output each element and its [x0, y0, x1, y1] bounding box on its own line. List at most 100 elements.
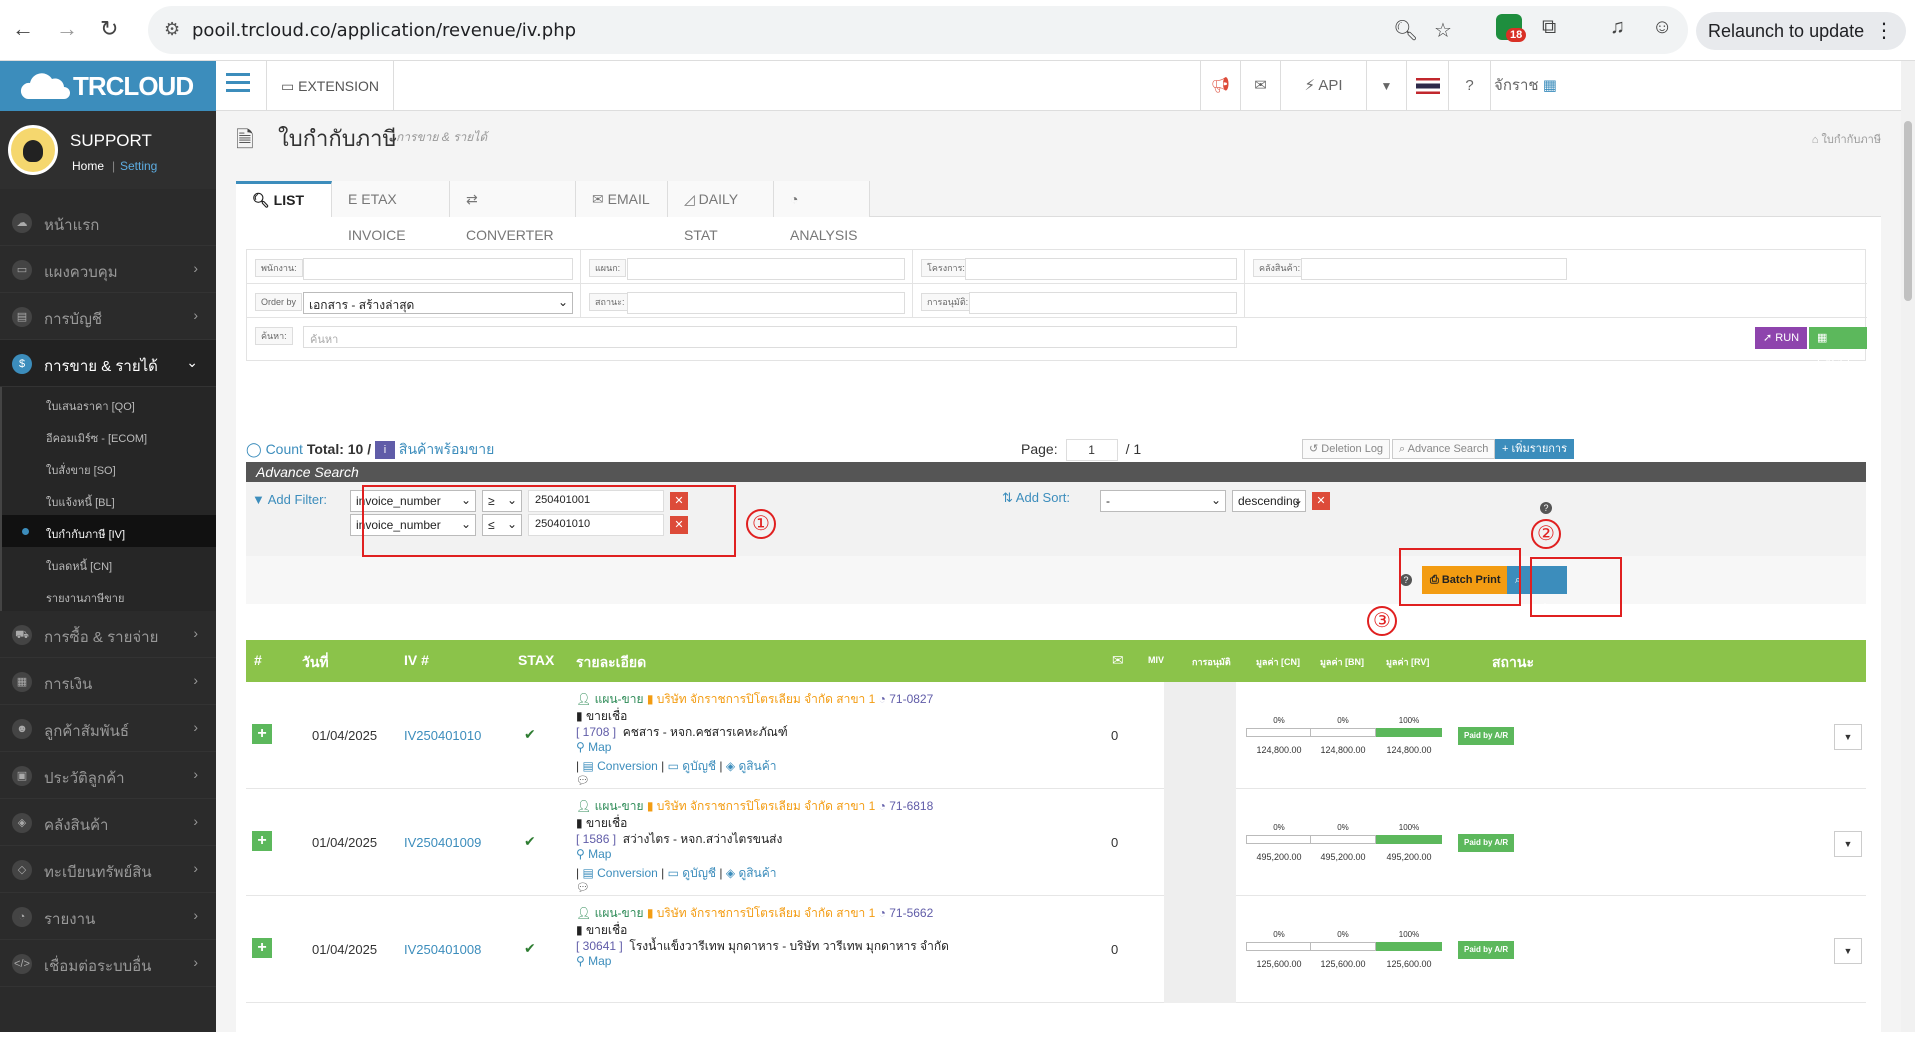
warehouse-input[interactable]	[1301, 258, 1567, 280]
more-menu-icon[interactable]: ⋮	[1874, 12, 1894, 50]
status-input[interactable]	[627, 292, 905, 314]
page-scrollbar[interactable]	[1901, 61, 1915, 1032]
column-header-date[interactable]: วันที่	[302, 652, 329, 674]
approval-input[interactable]	[969, 292, 1237, 314]
row-map-link[interactable]: ⚲ Map	[576, 740, 611, 754]
add-button[interactable]: + เพิ่มรายการ	[1495, 439, 1575, 459]
expand-row-button[interactable]: +	[252, 831, 272, 851]
sidebar-item-crm[interactable]: ☻ ลูกค้าสัมพันธ์ ›	[0, 705, 216, 752]
row-customer-number[interactable]: [ 1586 ]	[576, 832, 616, 846]
comment-icon[interactable]: 💬︎	[576, 774, 590, 787]
tab-converter[interactable]: ⇄ CONVERTER	[450, 181, 576, 243]
tab-email[interactable]: ✉ EMAIL	[576, 181, 668, 217]
sidebar-subitem-iv[interactable]: ใบกำกับภาษี [IV]	[0, 515, 216, 547]
row-map-link[interactable]: ⚲ Map	[576, 954, 611, 968]
tab-list[interactable]: 🔍︎ LIST	[236, 181, 332, 217]
help-icon[interactable]: ?	[1448, 61, 1490, 111]
employee-input[interactable]	[303, 258, 573, 280]
sidebar-item-dashboard[interactable]: ▭ แผงควบคุม ›	[0, 246, 216, 293]
sidebar-subitem-qo[interactable]: ใบเสนอราคา [QO]	[0, 387, 216, 419]
sidebar-item-sales[interactable]: $ การขาย & รายได้ ⌄	[0, 340, 216, 387]
advance-search-button[interactable]: ⌕ Advance Search	[1392, 439, 1496, 459]
help-icon[interactable]: ?	[1540, 502, 1552, 514]
sidebar-item-customer-history[interactable]: ▣ ประวัติลูกค้า ›	[0, 752, 216, 799]
back-icon[interactable]: ←	[12, 16, 34, 42]
caret-down-icon[interactable]: ▼	[1366, 61, 1406, 111]
row-stock-link[interactable]: ดูสินค้า	[738, 759, 776, 773]
row-customer-name: สว่างไตร - หจก.สว่างไตรขนส่ง	[622, 832, 783, 846]
tab-daily-stat[interactable]: ◿ DAILY STAT	[668, 181, 774, 243]
row-account-link[interactable]: ดูบัญชี	[682, 759, 716, 773]
breadcrumb-item[interactable]: ใบกำกับภาษี	[1821, 134, 1881, 146]
row-customer-number[interactable]: [ 30641 ]	[576, 939, 623, 953]
add-filter-label[interactable]: ▼ Add Filter:	[252, 492, 327, 507]
tab-etax-invoice[interactable]: E ETAX INVOICE	[332, 181, 450, 243]
api-button[interactable]: ⚡ API	[1280, 61, 1366, 111]
row-iv-link[interactable]: IV250401010	[404, 728, 481, 743]
relaunch-button[interactable]: Relaunch to update ⋮	[1696, 12, 1906, 50]
sidebar-item-reports[interactable]: ◔ รายงาน ›	[0, 893, 216, 940]
remove-sort-button[interactable]: ✕	[1312, 492, 1330, 510]
row-actions-dropdown[interactable]: ▼	[1834, 724, 1862, 750]
deletion-log-button[interactable]: ↺ Deletion Log	[1302, 439, 1391, 459]
sidebar-subitem-bl[interactable]: ใบแจ้งหนี้ [BL]	[0, 483, 216, 515]
row-conversion-link[interactable]: Conversion	[597, 759, 658, 773]
row-account-link[interactable]: ดูบัญชี	[682, 866, 716, 880]
logo[interactable]: TRCLOUD	[0, 61, 216, 111]
profile-icon[interactable]: ☺	[1652, 16, 1672, 39]
row-actions-dropdown[interactable]: ▼	[1834, 938, 1862, 964]
row-stock-link[interactable]: ดูสินค้า	[738, 866, 776, 880]
megaphone-icon[interactable]: 📢︎	[1200, 61, 1240, 111]
language-button[interactable]	[1406, 61, 1448, 111]
sidebar-item-assets[interactable]: ◇ ทะเบียนทรัพย์สิน ›	[0, 846, 216, 893]
zoom-icon[interactable]: 🔍︎	[1393, 18, 1418, 43]
row-iv-link[interactable]: IV250401009	[404, 835, 481, 850]
comment-icon[interactable]: 💬︎	[576, 881, 590, 894]
sort-field-select[interactable]: - ⌄	[1100, 490, 1226, 512]
sidebar-subitem-cn[interactable]: ใบลดหนี้ [CN]	[0, 547, 216, 579]
setting-link[interactable]: Setting	[120, 159, 157, 173]
envelope-icon[interactable]: ✉	[1240, 61, 1280, 111]
search-input[interactable]: ค้นหา	[303, 326, 1237, 348]
row-actions-dropdown[interactable]: ▼	[1834, 831, 1862, 857]
sidebar-item-integrations[interactable]: </> เชื่อมต่อระบบอื่น ›	[0, 940, 216, 987]
sidebar-item-finance[interactable]: ▦ การเงิน ›	[0, 658, 216, 705]
sidebar-item-inventory[interactable]: ◈ คลังสินค้า ›	[0, 799, 216, 846]
address-bar[interactable]: ⚙ pooil.trcloud.co/application/revenue/i…	[148, 6, 1688, 54]
sidebar-subitem-ecom[interactable]: อีคอมเมิร์ซ - [ECOM]	[0, 419, 216, 451]
forward-icon[interactable]: →	[56, 16, 78, 42]
reload-icon[interactable]: ↻	[100, 16, 118, 42]
extension-badge-icon[interactable]: 18	[1496, 14, 1527, 42]
extension-button[interactable]: ▭ EXTENSION	[266, 61, 395, 111]
media-icon[interactable]: ♫	[1610, 16, 1625, 39]
sidebar-subitem-so[interactable]: ใบสั่งขาย [SO]	[0, 451, 216, 483]
company-button[interactable]: จักราช ▦	[1490, 61, 1560, 111]
project-input[interactable]	[965, 258, 1237, 280]
home-link[interactable]: Home	[72, 159, 104, 173]
hamburger-icon[interactable]	[226, 73, 250, 95]
expand-row-button[interactable]: +	[252, 724, 272, 744]
refresh-icon[interactable]: ◯	[246, 441, 266, 457]
column-header-iv[interactable]: IV #	[404, 652, 429, 668]
star-icon[interactable]: ☆	[1434, 18, 1452, 43]
expand-row-button[interactable]: +	[252, 938, 272, 958]
sort-direction-select[interactable]: descending ⌄	[1232, 490, 1306, 512]
ready-link[interactable]: สินค้าพร้อมขาย	[399, 441, 494, 457]
sidebar-item-accounting[interactable]: ▤ การบัญชี ›	[0, 293, 216, 340]
orderby-select[interactable]: เอกสาร - สร้างล่าสุด ⌄	[303, 292, 573, 314]
run-button[interactable]: ➚ RUN	[1755, 327, 1808, 349]
sidebar-subitem-sales-tax[interactable]: รายงานภาษีขาย	[0, 579, 216, 611]
department-input[interactable]	[627, 258, 905, 280]
sidebar-item-home[interactable]: ☁ หน้าแรก	[0, 199, 216, 246]
page-input[interactable]: 1	[1065, 439, 1118, 461]
row-conversion-link[interactable]: Conversion	[597, 866, 658, 880]
row-customer-number[interactable]: [ 1708 ]	[576, 725, 616, 739]
excel-button[interactable]: ▦ EXCEL	[1809, 327, 1867, 366]
add-sort-label[interactable]: ⇅ Add Sort:	[1002, 490, 1070, 506]
tab-analysis[interactable]: ◔ ANALYSIS	[774, 181, 870, 243]
extensions-icon[interactable]: ⧉	[1542, 16, 1556, 39]
site-settings-icon[interactable]: ⚙	[164, 19, 180, 40]
sidebar-item-purchase[interactable]: ⛟ การซื้อ & รายจ่าย ›	[0, 611, 216, 658]
row-map-link[interactable]: ⚲ Map	[576, 847, 611, 861]
row-iv-link[interactable]: IV250401008	[404, 942, 481, 957]
